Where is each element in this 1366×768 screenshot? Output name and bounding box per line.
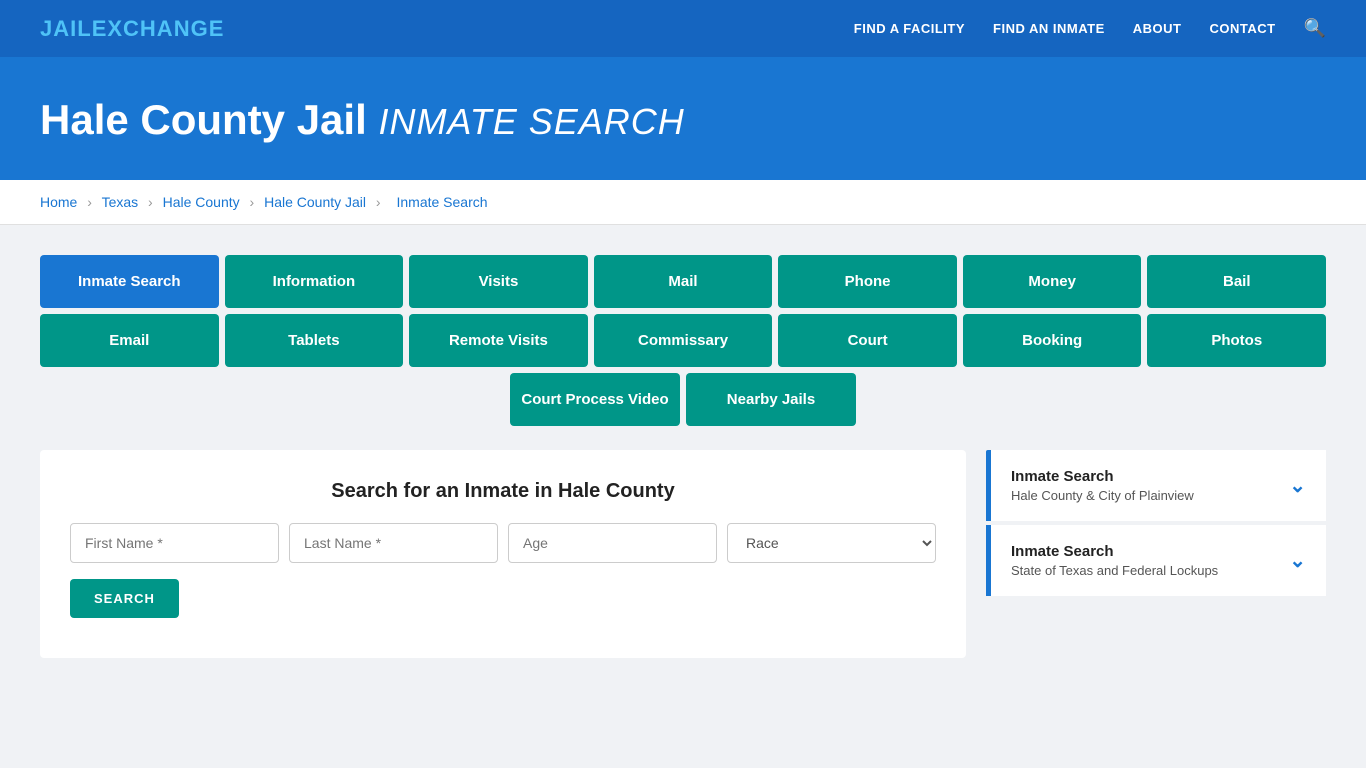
search-panel: Search for an Inmate in Hale County Race… [40, 450, 966, 658]
search-panel-title: Search for an Inmate in Hale County [70, 480, 936, 503]
chevron-down-icon: ⌄ [1289, 473, 1306, 498]
breadcrumb-sep-3: › [250, 194, 255, 210]
btn-nearby-jails[interactable]: Nearby Jails [686, 373, 856, 426]
btn-email[interactable]: Email [40, 314, 219, 367]
breadcrumb-sep-4: › [376, 194, 381, 210]
btn-court-process-video[interactable]: Court Process Video [510, 373, 680, 426]
btn-information[interactable]: Information [225, 255, 404, 308]
sidebar-card-1-subtext: Hale County & City of Plainview [1011, 488, 1194, 503]
search-form: Race White Black Hispanic Asian Other [70, 523, 936, 563]
breadcrumb-texas[interactable]: Texas [102, 194, 139, 210]
race-select[interactable]: Race White Black Hispanic Asian Other [727, 523, 936, 563]
breadcrumb-sep-2: › [148, 194, 153, 210]
search-button[interactable]: SEARCH [70, 579, 179, 618]
nav-contact[interactable]: CONTACT [1209, 21, 1275, 36]
nav-buttons-row1: Inmate Search Information Visits Mail Ph… [40, 255, 1326, 308]
breadcrumb-home[interactable]: Home [40, 194, 77, 210]
content-area: Search for an Inmate in Hale County Race… [40, 450, 1326, 658]
page-title: Hale County Jail INMATE SEARCH [40, 96, 1326, 144]
nav-buttons-row3: Court Process Video Nearby Jails [40, 373, 1326, 426]
service-nav-buttons: Inmate Search Information Visits Mail Ph… [40, 255, 1326, 426]
sidebar-card-2-heading: Inmate Search [1011, 543, 1218, 560]
logo-jail: JAIL [40, 16, 92, 41]
sidebar-card-1-heading: Inmate Search [1011, 468, 1194, 485]
nav-buttons-row2: Email Tablets Remote Visits Commissary C… [40, 314, 1326, 367]
sidebar-card-hale-county[interactable]: Inmate Search Hale County & City of Plai… [986, 450, 1326, 521]
site-logo[interactable]: JAILEXCHANGE [40, 16, 224, 42]
btn-photos[interactable]: Photos [1147, 314, 1326, 367]
page-title-italic: INMATE SEARCH [378, 101, 684, 142]
main-nav: FIND A FACILITY FIND AN INMATE ABOUT CON… [854, 18, 1326, 39]
breadcrumb-hale-county-jail[interactable]: Hale County Jail [264, 194, 366, 210]
nav-find-facility[interactable]: FIND A FACILITY [854, 21, 965, 36]
breadcrumb-sep-1: › [87, 194, 92, 210]
btn-commissary[interactable]: Commissary [594, 314, 773, 367]
btn-booking[interactable]: Booking [963, 314, 1142, 367]
btn-money[interactable]: Money [963, 255, 1142, 308]
page-title-main: Hale County Jail [40, 96, 367, 143]
chevron-down-icon-2: ⌄ [1289, 548, 1306, 573]
btn-remote-visits[interactable]: Remote Visits [409, 314, 588, 367]
btn-phone[interactable]: Phone [778, 255, 957, 308]
hero-banner: Hale County Jail INMATE SEARCH [0, 60, 1366, 180]
site-header: JAILEXCHANGE FIND A FACILITY FIND AN INM… [0, 0, 1366, 60]
sidebar: Inmate Search Hale County & City of Plai… [986, 450, 1326, 600]
last-name-input[interactable] [289, 523, 498, 563]
btn-mail[interactable]: Mail [594, 255, 773, 308]
age-input[interactable] [508, 523, 717, 563]
nav-find-inmate[interactable]: FIND AN INMATE [993, 21, 1105, 36]
search-icon[interactable]: 🔍 [1304, 18, 1326, 39]
btn-visits[interactable]: Visits [409, 255, 588, 308]
nav-about[interactable]: ABOUT [1133, 21, 1182, 36]
sidebar-card-2-subtext: State of Texas and Federal Lockups [1011, 563, 1218, 578]
breadcrumb: Home › Texas › Hale County › Hale County… [0, 180, 1366, 225]
breadcrumb-current: Inmate Search [396, 194, 487, 210]
btn-inmate-search[interactable]: Inmate Search [40, 255, 219, 308]
btn-tablets[interactable]: Tablets [225, 314, 404, 367]
btn-court[interactable]: Court [778, 314, 957, 367]
first-name-input[interactable] [70, 523, 279, 563]
logo-exchange: EXCHANGE [92, 16, 225, 41]
btn-bail[interactable]: Bail [1147, 255, 1326, 308]
main-content: Inmate Search Information Visits Mail Ph… [0, 225, 1366, 688]
sidebar-card-texas-federal[interactable]: Inmate Search State of Texas and Federal… [986, 525, 1326, 596]
breadcrumb-hale-county[interactable]: Hale County [163, 194, 240, 210]
